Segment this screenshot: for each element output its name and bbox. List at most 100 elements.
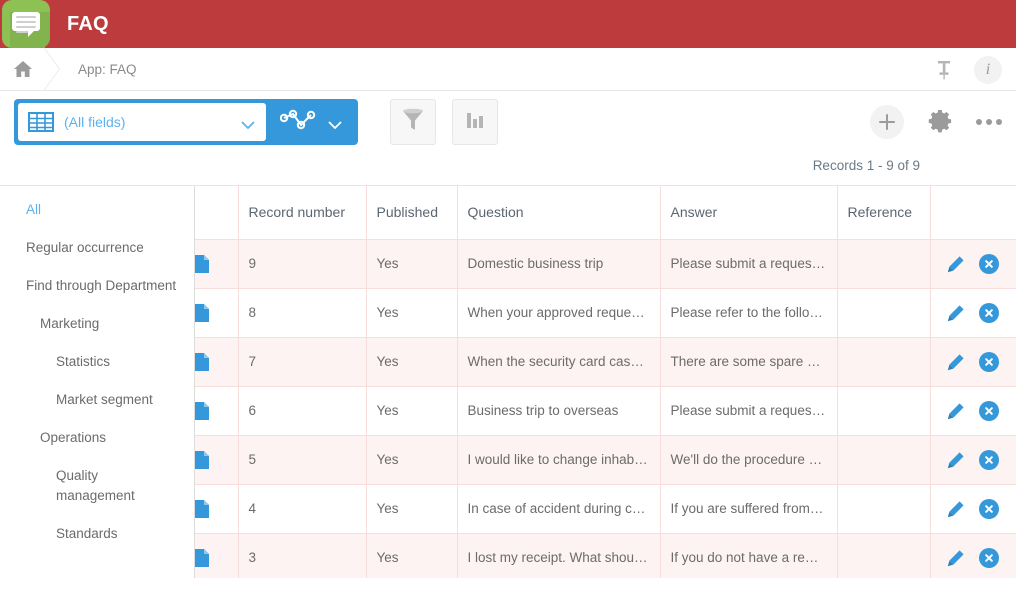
document-icon <box>195 402 209 420</box>
sidebar-item-operations[interactable]: Operations <box>0 428 194 448</box>
row-document-cell[interactable] <box>195 288 238 337</box>
cell-actions <box>930 484 1016 533</box>
app-window: FAQ App: FAQ i <box>0 0 1016 598</box>
record-count: Records 1 - 9 of 9 <box>0 153 1016 185</box>
cell-published: Yes <box>366 435 457 484</box>
column-header-answer[interactable]: Answer <box>660 186 837 239</box>
pencil-edit-icon[interactable] <box>947 451 965 469</box>
pencil-edit-icon[interactable] <box>947 402 965 420</box>
cell-question: I lost my receipt. What shou… <box>457 533 660 578</box>
cell-published: Yes <box>366 337 457 386</box>
search-input[interactable]: (All fields) <box>18 103 266 141</box>
column-header-question[interactable]: Question <box>457 186 660 239</box>
sidebar-item-standards[interactable]: Standards <box>0 524 194 544</box>
sidebar-item-statistics[interactable]: Statistics <box>0 352 194 372</box>
sidebar-item-market-segment[interactable]: Market segment <box>0 390 194 410</box>
pencil-edit-icon[interactable] <box>947 255 965 273</box>
row-document-cell[interactable] <box>195 484 238 533</box>
cell-answer: Please refer to the follo… <box>660 288 837 337</box>
cell-record-number: 6 <box>238 386 366 435</box>
breadcrumb-separator <box>38 48 72 91</box>
cell-published: Yes <box>366 484 457 533</box>
table-row[interactable]: 8 Yes When your approved reque… Please r… <box>195 288 1016 337</box>
delete-circle-x-icon[interactable] <box>979 499 999 519</box>
cell-record-number: 3 <box>238 533 366 578</box>
table-row[interactable]: 3 Yes I lost my receipt. What shou… If y… <box>195 533 1016 578</box>
chart-button[interactable] <box>452 99 498 145</box>
cell-record-number: 9 <box>238 239 366 288</box>
delete-circle-x-icon[interactable] <box>979 254 999 274</box>
cell-record-number: 8 <box>238 288 366 337</box>
document-icon <box>195 304 209 322</box>
table-grid-icon <box>28 112 54 132</box>
sidebar-item-quality-management[interactable]: Quality management <box>0 466 194 506</box>
cell-answer: If you are suffered from… <box>660 484 837 533</box>
cell-published: Yes <box>366 533 457 578</box>
info-icon[interactable]: i <box>974 56 1002 84</box>
cell-reference <box>837 533 930 578</box>
cell-reference <box>837 386 930 435</box>
cell-actions <box>930 288 1016 337</box>
cell-answer: There are some spare … <box>660 337 837 386</box>
cell-answer: Please submit a reques… <box>660 239 837 288</box>
speech-bubble-icon <box>2 0 50 48</box>
pin-icon[interactable] <box>934 59 954 81</box>
cell-question: Domestic business trip <box>457 239 660 288</box>
delete-circle-x-icon[interactable] <box>979 352 999 372</box>
cell-question: When the security card cas… <box>457 337 660 386</box>
cell-record-number: 4 <box>238 484 366 533</box>
cell-actions <box>930 337 1016 386</box>
table-row[interactable]: 4 Yes In case of accident during c… If y… <box>195 484 1016 533</box>
breadcrumb-item-app[interactable]: App: FAQ <box>78 62 137 77</box>
document-icon <box>195 255 209 273</box>
sidebar-item-all[interactable]: All <box>0 200 194 220</box>
cell-actions <box>930 533 1016 578</box>
pencil-edit-icon[interactable] <box>947 549 965 567</box>
cell-record-number: 5 <box>238 435 366 484</box>
row-document-cell[interactable] <box>195 337 238 386</box>
cell-published: Yes <box>366 239 457 288</box>
table-row[interactable]: 5 Yes I would like to change inhab… We'l… <box>195 435 1016 484</box>
search-group: (All fields) <box>14 99 358 145</box>
table-header-row: Record number Published Question Answer … <box>195 186 1016 239</box>
delete-circle-x-icon[interactable] <box>979 450 999 470</box>
pencil-edit-icon[interactable] <box>947 500 965 518</box>
column-header-record-number[interactable]: Record number <box>238 186 366 239</box>
sidebar-item-marketing[interactable]: Marketing <box>0 314 194 334</box>
table-body: 9 Yes Domestic business trip Please subm… <box>195 239 1016 578</box>
sidebar-item-regular-occurrence[interactable]: Regular occurrence <box>0 238 194 258</box>
pencil-edit-icon[interactable] <box>947 353 965 371</box>
cell-answer: Please submit a reques… <box>660 386 837 435</box>
add-record-button[interactable] <box>870 105 904 139</box>
delete-circle-x-icon[interactable] <box>979 548 999 568</box>
cell-answer: If you do not have a re… <box>660 533 837 578</box>
chevron-down-icon[interactable] <box>327 117 343 127</box>
cell-reference <box>837 288 930 337</box>
pencil-edit-icon[interactable] <box>947 304 965 322</box>
funnel-filter-icon <box>401 107 425 138</box>
filter-button[interactable] <box>390 99 436 145</box>
graph-view-button[interactable] <box>266 103 354 141</box>
row-document-cell[interactable] <box>195 239 238 288</box>
document-icon <box>195 549 209 567</box>
row-document-cell[interactable] <box>195 435 238 484</box>
table-row[interactable]: 7 Yes When the security card cas… There … <box>195 337 1016 386</box>
table-row[interactable]: 9 Yes Domestic business trip Please subm… <box>195 239 1016 288</box>
column-header-reference[interactable]: Reference <box>837 186 930 239</box>
chevron-down-icon[interactable] <box>240 117 256 127</box>
cell-reference <box>837 435 930 484</box>
ellipsis-icon[interactable] <box>976 119 1002 125</box>
row-document-cell[interactable] <box>195 386 238 435</box>
delete-circle-x-icon[interactable] <box>979 401 999 421</box>
cell-question: I would like to change inhab… <box>457 435 660 484</box>
gear-icon[interactable] <box>926 106 954 139</box>
sidebar-item-find-through-department[interactable]: Find through Department <box>0 276 194 296</box>
row-document-cell[interactable] <box>195 533 238 578</box>
delete-circle-x-icon[interactable] <box>979 303 999 323</box>
home-icon[interactable] <box>12 59 34 79</box>
cell-reference <box>837 239 930 288</box>
table-row[interactable]: 6 Yes Business trip to overseas Please s… <box>195 386 1016 435</box>
column-header-published[interactable]: Published <box>366 186 457 239</box>
document-icon <box>195 451 209 469</box>
breadcrumb: App: FAQ i <box>0 48 1016 91</box>
